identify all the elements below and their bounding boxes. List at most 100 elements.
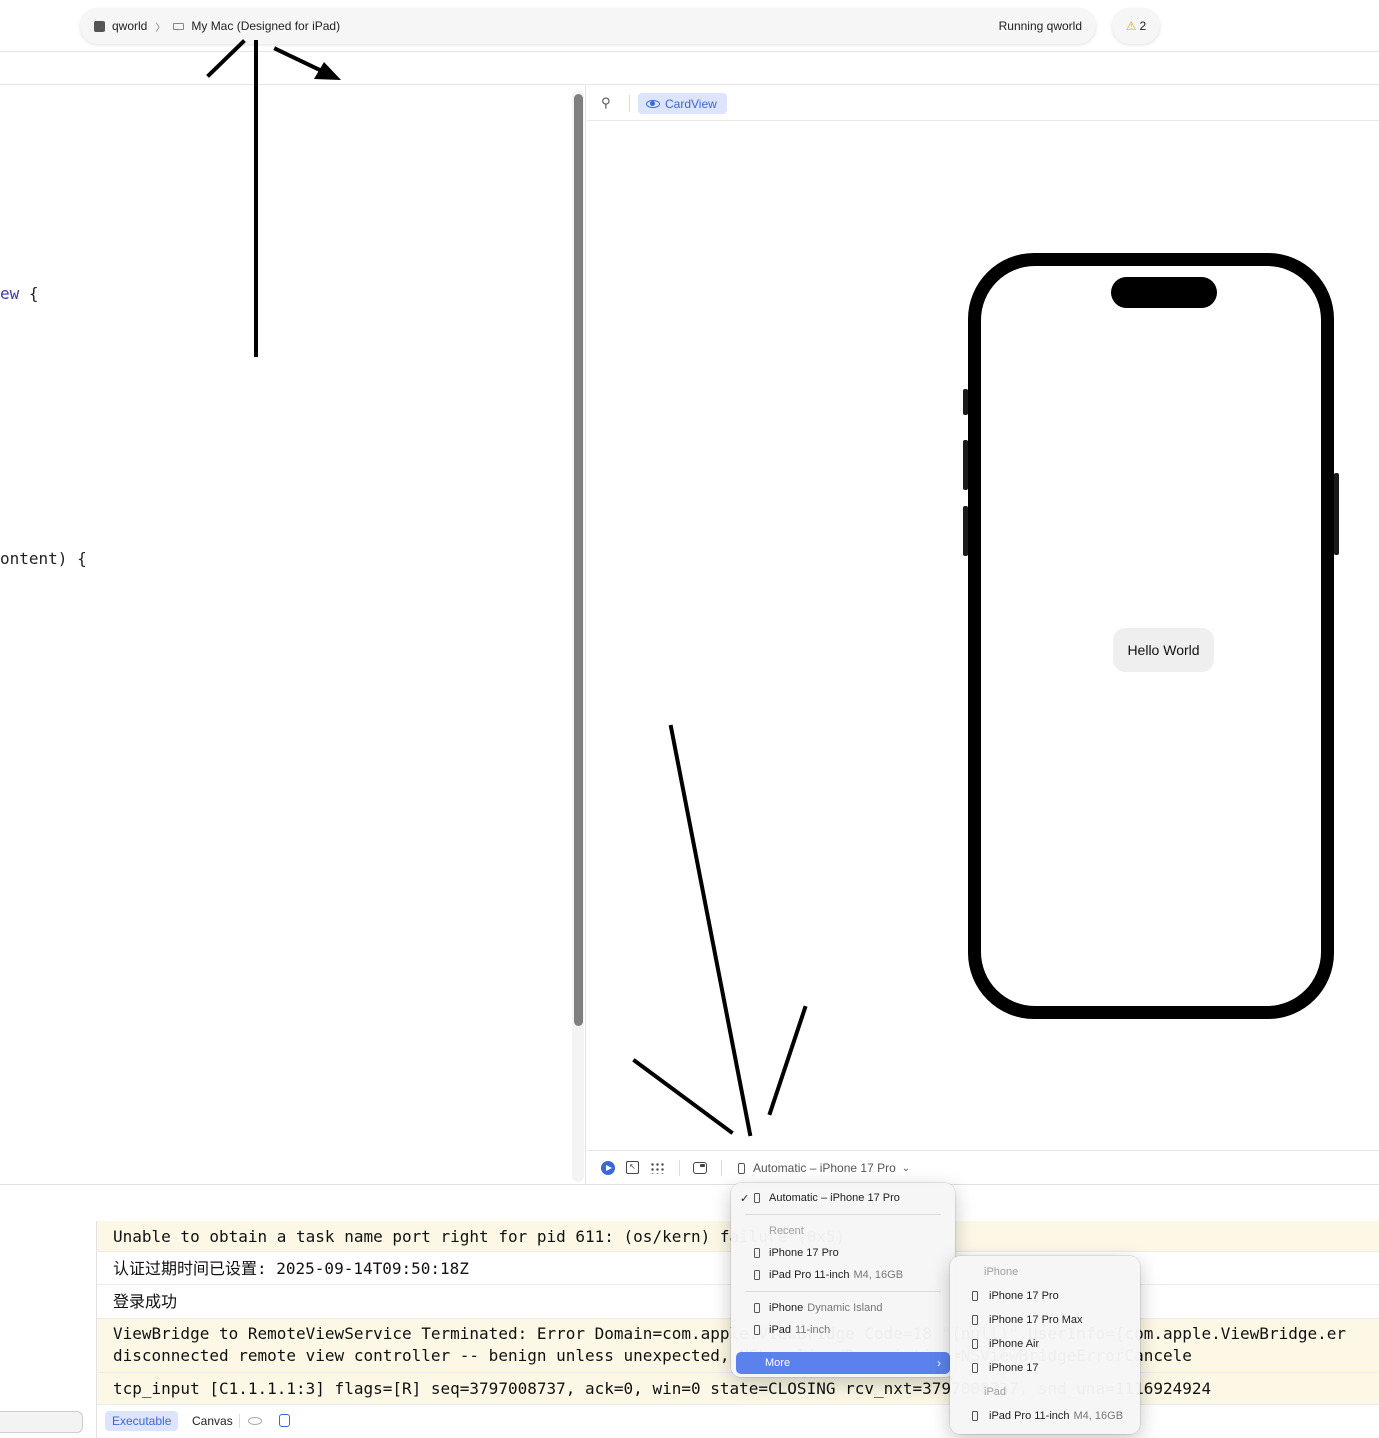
ipad-header: iPad bbox=[984, 1386, 1007, 1398]
device-frame: Hello World bbox=[963, 253, 1339, 1019]
code-token: ontent) { bbox=[0, 549, 87, 568]
menu-item-ipad-11-inch[interactable]: iPad 11-inch bbox=[736, 1319, 950, 1341]
live-preview-play-icon[interactable] bbox=[601, 1161, 615, 1175]
preview-chip-label: CardView bbox=[665, 96, 717, 111]
iphone-icon bbox=[738, 1162, 745, 1174]
side-button bbox=[1334, 473, 1339, 555]
menu-separator bbox=[745, 1291, 941, 1292]
scheme-activity-bar[interactable]: qworld 〉 My Mac (Designed for iPad) Runn… bbox=[80, 8, 1096, 44]
menu-item-label: iPhone Air bbox=[989, 1338, 1040, 1350]
canvas-settings-icon[interactable] bbox=[693, 1162, 707, 1174]
debug-area-header bbox=[0, 1184, 1379, 1221]
app-scheme-icon bbox=[94, 20, 105, 32]
warning-icon: ⚠ bbox=[1125, 19, 1137, 33]
dynamic-island bbox=[1111, 277, 1217, 308]
eye-icon[interactable] bbox=[248, 1417, 262, 1425]
menu-item-ipad-pro-11-inch[interactable]: iPad Pro 11-inch M4, 16GB bbox=[955, 1405, 1135, 1427]
hello-world-card[interactable]: Hello World bbox=[1113, 628, 1214, 672]
menu-item-automatic[interactable]: ✓ Automatic – iPhone 17 Pro bbox=[736, 1187, 950, 1209]
action-button bbox=[963, 389, 968, 415]
menu-item-label: iPhone 17 Pro Max bbox=[989, 1314, 1083, 1326]
menu-item-more[interactable]: More › bbox=[736, 1352, 950, 1374]
recent-header: Recent bbox=[769, 1225, 804, 1237]
menu-item-recent-iphone-17-pro[interactable]: iPhone 17 Pro bbox=[736, 1242, 950, 1264]
source-editor[interactable]: ew { ontent) { bbox=[0, 86, 586, 1184]
device-menu: ✓ Automatic – iPhone 17 Pro Recent iPhon… bbox=[731, 1183, 955, 1377]
selectable-mode-icon[interactable]: ↖ bbox=[626, 1161, 639, 1174]
menu-item-detail: Dynamic Island bbox=[807, 1302, 883, 1314]
iphone-icon bbox=[972, 1315, 978, 1325]
volume-up-button bbox=[963, 440, 968, 490]
menu-item-label: iPhone bbox=[769, 1302, 804, 1314]
device-screen[interactable]: Hello World bbox=[981, 266, 1321, 1006]
canvas-header: ⚲ CardView bbox=[587, 86, 1379, 121]
canvas-tab[interactable]: Canvas bbox=[192, 1411, 233, 1431]
device-picker-label: Automatic – iPhone 17 Pro bbox=[753, 1161, 896, 1175]
iphone-icon bbox=[754, 1248, 760, 1258]
ipad-icon bbox=[972, 1411, 978, 1421]
menu-item-recent-ipad-pro[interactable]: iPad Pro 11-inch M4, 16GB bbox=[736, 1264, 950, 1286]
warning-count: 2 bbox=[1139, 19, 1147, 33]
code-line: ontent) { bbox=[0, 549, 87, 568]
breadcrumb-chevron-icon: 〉 bbox=[155, 22, 166, 34]
menu-item-label: More bbox=[765, 1357, 791, 1369]
menu-item-label: Automatic – iPhone 17 Pro bbox=[769, 1192, 900, 1204]
activity-status: Running qworld bbox=[998, 19, 1082, 33]
menu-item-label: iPhone 17 Pro bbox=[989, 1290, 1059, 1302]
menu-item-detail: 11-inch bbox=[795, 1324, 831, 1336]
warnings-button[interactable]: ⚠ 2 bbox=[1112, 8, 1160, 44]
window-toolbar: qworld 〉 My Mac (Designed for iPad) Runn… bbox=[0, 0, 1379, 52]
divider bbox=[721, 1160, 722, 1176]
menu-item-detail: M4, 16GB bbox=[853, 1269, 904, 1281]
divider bbox=[629, 95, 630, 112]
ipad-icon bbox=[754, 1270, 760, 1280]
menu-item-label: iPad bbox=[769, 1324, 792, 1336]
iphone-header: iPhone bbox=[984, 1266, 1019, 1278]
preview-chip[interactable]: CardView bbox=[638, 93, 727, 114]
iphone-icon bbox=[972, 1363, 978, 1373]
toggle-icon[interactable] bbox=[279, 1414, 290, 1427]
pin-icon[interactable]: ⚲ bbox=[601, 95, 611, 111]
editor-tab-bar bbox=[0, 52, 1379, 85]
variants-grid-icon[interactable] bbox=[650, 1162, 665, 1174]
canvas-footer: ↖ Automatic – iPhone 17 Pro ⌄ bbox=[587, 1150, 1379, 1184]
menu-item-detail: M4, 16GB bbox=[1073, 1410, 1124, 1422]
console-footer: Executable Canvas bbox=[97, 1408, 1379, 1438]
menu-item-iphone-17[interactable]: iPhone 17 bbox=[955, 1357, 1135, 1379]
variables-filter-input[interactable] bbox=[0, 1411, 83, 1433]
editor-scrollbar-thumb[interactable] bbox=[574, 94, 583, 1026]
chevron-right-icon: › bbox=[937, 1356, 941, 1370]
volume-down-button bbox=[963, 506, 968, 556]
code-token: ew bbox=[0, 284, 20, 303]
iphone-icon bbox=[754, 1303, 760, 1313]
chevron-down-icon: ⌄ bbox=[901, 1162, 911, 1174]
menu-item-label: iPad Pro 11-inch bbox=[989, 1410, 1070, 1422]
checkmark-icon: ✓ bbox=[740, 1192, 750, 1205]
preview-canvas: ⚲ CardView Hello World ↖ Automatic – iPh… bbox=[587, 86, 1379, 1184]
eye-icon bbox=[646, 99, 660, 108]
log-row: tcp_input [C1.1.1.1:3] flags=[R] seq=379… bbox=[97, 1373, 1379, 1405]
menu-item-iphone-17-pro[interactable]: iPhone 17 Pro bbox=[955, 1285, 1135, 1307]
iphone-icon bbox=[754, 1193, 760, 1203]
menu-item-label: iPhone 17 bbox=[989, 1362, 1039, 1374]
divider bbox=[679, 1160, 680, 1176]
scheme-name[interactable]: qworld bbox=[112, 19, 147, 33]
mac-device-icon bbox=[173, 22, 185, 30]
more-devices-submenu: iPhone iPhone 17 Pro iPhone 17 Pro Max i… bbox=[950, 1256, 1140, 1434]
menu-separator bbox=[745, 1214, 941, 1215]
variables-view bbox=[0, 1221, 97, 1438]
menu-item-iphone-air[interactable]: iPhone Air bbox=[955, 1333, 1135, 1355]
code-line: ew { bbox=[0, 284, 39, 303]
menu-item-label: iPad Pro 11-inch bbox=[769, 1269, 850, 1281]
device-picker[interactable]: Automatic – iPhone 17 Pro ⌄ bbox=[738, 1160, 910, 1176]
executable-tab[interactable]: Executable bbox=[105, 1411, 179, 1431]
run-destination[interactable]: My Mac (Designed for iPad) bbox=[191, 19, 340, 33]
iphone-icon bbox=[972, 1291, 978, 1301]
code-token: { bbox=[19, 284, 39, 303]
ipad-icon bbox=[754, 1325, 760, 1335]
menu-item-iphone-17-pro-max[interactable]: iPhone 17 Pro Max bbox=[955, 1309, 1135, 1331]
menu-item-label: iPhone 17 Pro bbox=[769, 1247, 839, 1259]
iphone-icon bbox=[972, 1339, 978, 1349]
divider bbox=[239, 1414, 240, 1428]
menu-item-iphone-dynamic-island[interactable]: iPhone Dynamic Island bbox=[736, 1297, 950, 1319]
